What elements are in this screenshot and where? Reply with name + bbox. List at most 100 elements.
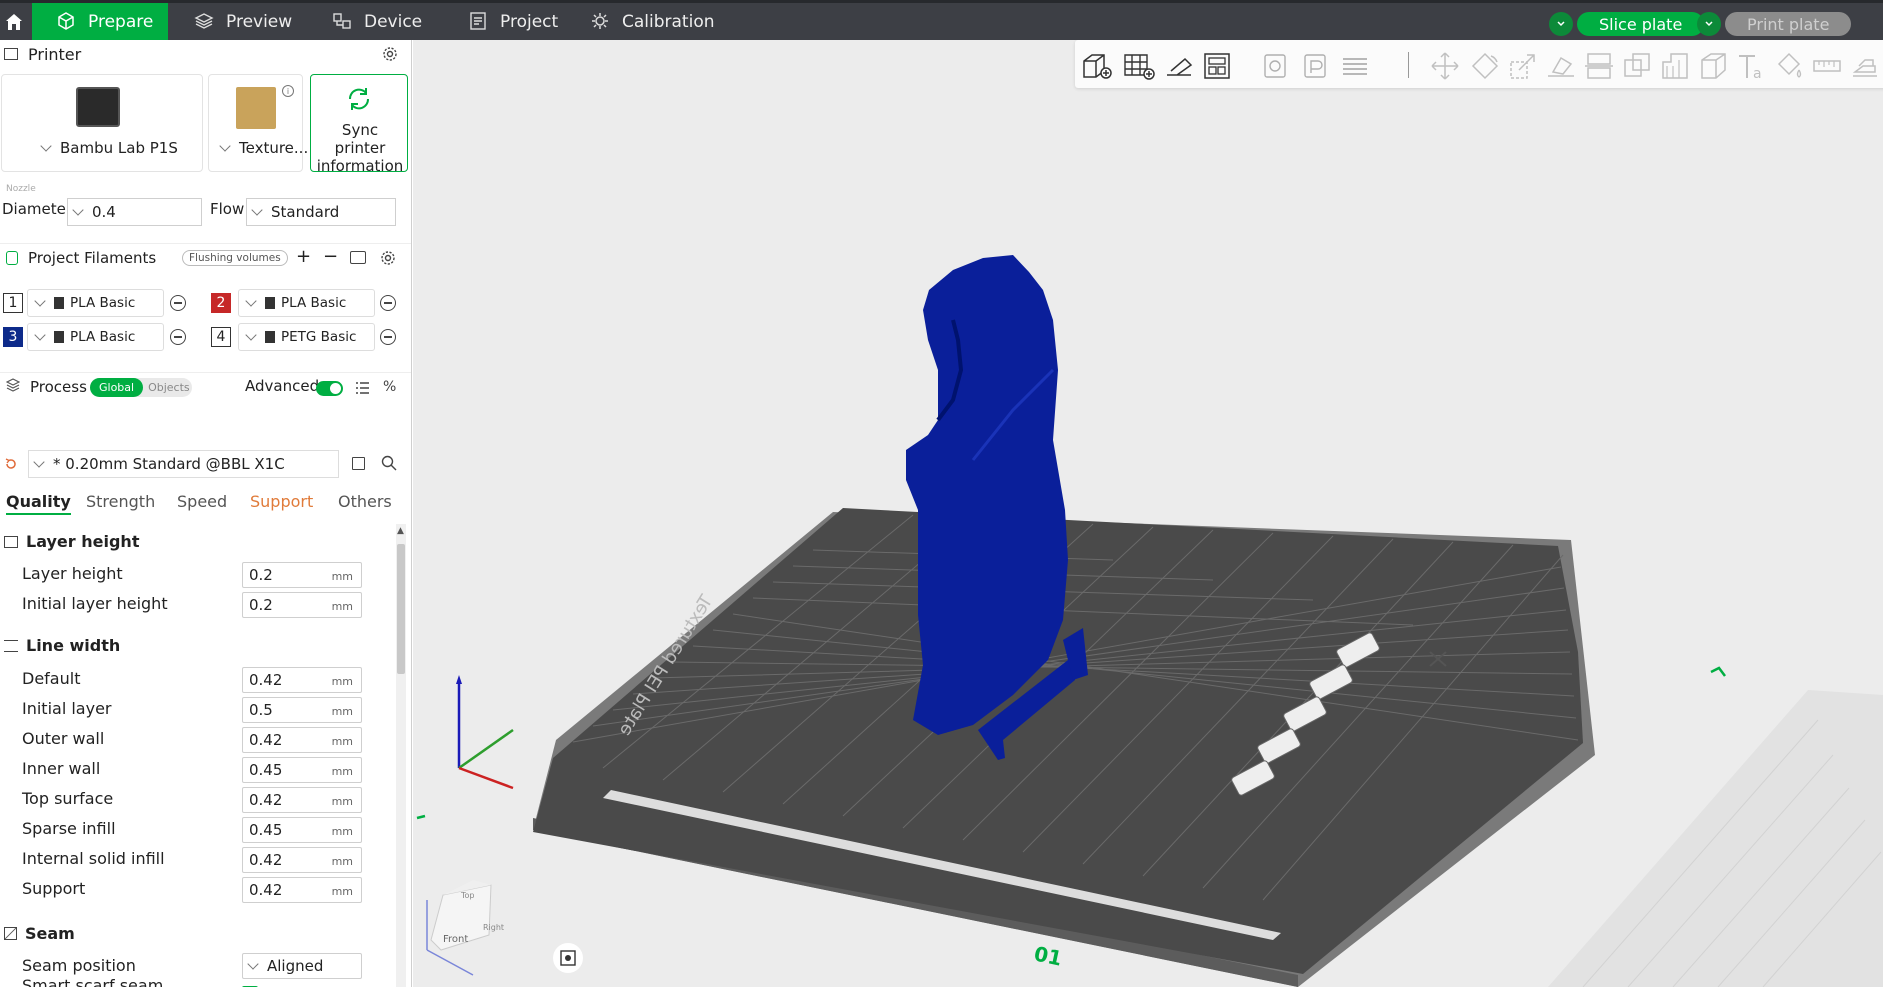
tab-quality[interactable]: Quality [6, 492, 71, 515]
initial-layer-height-label: Initial layer height [22, 594, 168, 613]
slice-plate-label: Slice plate [1577, 12, 1705, 36]
filament-remove-icon[interactable] [170, 295, 186, 311]
printer-icon [4, 48, 18, 60]
info-icon[interactable]: i [282, 85, 294, 97]
unit-label: mm [331, 885, 353, 898]
tab-calibration[interactable]: Calibration [590, 3, 715, 40]
default-width-input[interactable]: 0.42 mm [242, 667, 362, 693]
process-preset-value: * 0.20mm Standard @BBL X1C [53, 455, 285, 473]
tab-preview-label: Preview [226, 11, 293, 32]
outer-wall-width-input[interactable]: 0.42 mm [242, 727, 362, 753]
seam-position-select[interactable]: Aligned [242, 953, 362, 979]
scroll-up-icon[interactable]: ▲ [397, 526, 404, 536]
print-plate-button[interactable]: Print plate [1697, 12, 1852, 36]
sparse-infill-width-label: Sparse infill [22, 819, 116, 838]
objects-toggle-option[interactable]: Objects [143, 381, 195, 394]
list-icon[interactable] [355, 380, 370, 399]
filament-select-1[interactable]: PLA Basic [27, 289, 164, 317]
filament-number-2: 2 [211, 293, 231, 313]
scene-canvas[interactable]: Textured PEI Plate 01 Front Top Right [413, 40, 1883, 987]
inner-wall-width-input[interactable]: 0.45 mm [242, 757, 362, 783]
sync-printer-label: Sync printer information [316, 121, 404, 175]
view-cube-right-label: Right [483, 923, 504, 932]
camera-center-icon[interactable] [553, 943, 583, 973]
filament-name: PLA Basic [281, 295, 347, 311]
tab-project[interactable]: Project [468, 3, 558, 40]
advanced-switch[interactable] [316, 381, 343, 396]
inner-wall-width-value: 0.45 [249, 761, 283, 779]
global-objects-toggle[interactable]: Global Objects [90, 378, 192, 397]
printer-name: Bambu Lab P1S [60, 139, 178, 157]
plate-marker [1710, 666, 1726, 677]
support-width-input[interactable]: 0.42 mm [242, 877, 362, 903]
gear-icon[interactable] [382, 46, 398, 66]
3d-viewport[interactable]: a Textured PEI Plate 01 Front Top Right [413, 40, 1883, 987]
search-icon[interactable] [381, 455, 397, 475]
gear-icon[interactable] [380, 250, 396, 270]
chevron-down-icon[interactable] [1549, 12, 1573, 36]
plate-name: Texture... [239, 139, 309, 157]
internal-solid-infill-width-input[interactable]: 0.42 mm [242, 847, 362, 873]
home-icon[interactable] [0, 3, 28, 40]
initial-layer-height-input[interactable]: 0.2 mm [242, 592, 362, 618]
layers-icon [194, 11, 216, 33]
tab-preview[interactable]: Preview [194, 3, 292, 40]
initial-layer-width-input[interactable]: 0.5 mm [242, 697, 362, 723]
sync-filament-icon[interactable] [350, 251, 366, 264]
printer-card[interactable]: Bambu Lab P1S [1, 74, 203, 172]
process-preset-select[interactable]: * 0.20mm Standard @BBL X1C [28, 450, 339, 478]
line-width-group-header: Line width [4, 636, 120, 655]
layer-height-group-header: Layer height [4, 532, 139, 551]
plate-image-icon [236, 87, 276, 129]
filament-remove-icon[interactable] [380, 295, 396, 311]
filament-select-4[interactable]: PETG Basic [238, 323, 375, 351]
filament-remove-icon[interactable] [170, 329, 186, 345]
internal-solid-infill-width-label: Internal solid infill [22, 849, 165, 868]
filament-number-3: 3 [3, 327, 23, 347]
remove-icon[interactable]: − [323, 246, 338, 267]
add-icon[interactable]: + [296, 246, 311, 267]
sparse-infill-width-input[interactable]: 0.45 mm [242, 817, 362, 843]
plate-number-label: 01 [1032, 941, 1064, 970]
compare-icon[interactable]: % [383, 379, 396, 395]
filament-name: PLA Basic [70, 329, 136, 345]
top-toolbar: Prepare Preview Device Project Calibrati… [0, 0, 1883, 40]
top-surface-width-input[interactable]: 0.42 mm [242, 787, 362, 813]
unit-label: mm [331, 675, 353, 688]
save-icon[interactable] [352, 457, 365, 470]
plate-card[interactable]: i Texture... [208, 74, 308, 172]
line-width-group-title: Line width [26, 636, 121, 655]
chevron-down-icon[interactable] [1697, 12, 1721, 36]
filament-grid-icon [54, 297, 64, 309]
diameter-select[interactable]: 0.4 [67, 198, 202, 226]
tab-others[interactable]: Others [338, 492, 392, 511]
tab-strength[interactable]: Strength [86, 492, 155, 511]
sync-printer-button[interactable]: Sync printer information [310, 74, 408, 175]
layer-height-input[interactable]: 0.2 mm [242, 562, 362, 588]
layer-height-group-title: Layer height [26, 532, 140, 551]
reset-icon[interactable] [4, 456, 18, 475]
unit-label: mm [331, 705, 353, 718]
sparse-infill-width-value: 0.45 [249, 821, 283, 839]
view-cube[interactable]: Front Top Right [426, 880, 504, 976]
filament-remove-icon[interactable] [380, 329, 396, 345]
tab-device[interactable]: Device [332, 3, 422, 40]
3d-model[interactable] [906, 255, 1088, 760]
filament-select-2[interactable]: PLA Basic [238, 289, 375, 317]
flushing-volumes-button[interactable]: Flushing volumes [182, 250, 288, 266]
slice-plate-button[interactable]: Slice plate [1549, 12, 1705, 36]
filament-select-3[interactable]: PLA Basic [27, 323, 164, 351]
tab-prepare[interactable]: Prepare [32, 3, 168, 40]
default-width-value: 0.42 [249, 671, 283, 689]
unit-label: mm [331, 570, 353, 583]
settings-scrollbar[interactable]: ▲ [396, 524, 406, 987]
tab-speed[interactable]: Speed [177, 492, 227, 511]
seam-icon [4, 927, 17, 940]
filaments-section-header: Project Filaments Flushing volumes + − [0, 243, 411, 271]
top-surface-width-label: Top surface [22, 789, 114, 808]
smart-scarf-label: Smart scarf seam application [22, 977, 163, 987]
tab-support[interactable]: Support [250, 492, 313, 511]
flow-label: Flow [210, 200, 245, 218]
global-toggle-option[interactable]: Global [90, 378, 144, 397]
flow-select[interactable]: Standard [246, 198, 396, 226]
